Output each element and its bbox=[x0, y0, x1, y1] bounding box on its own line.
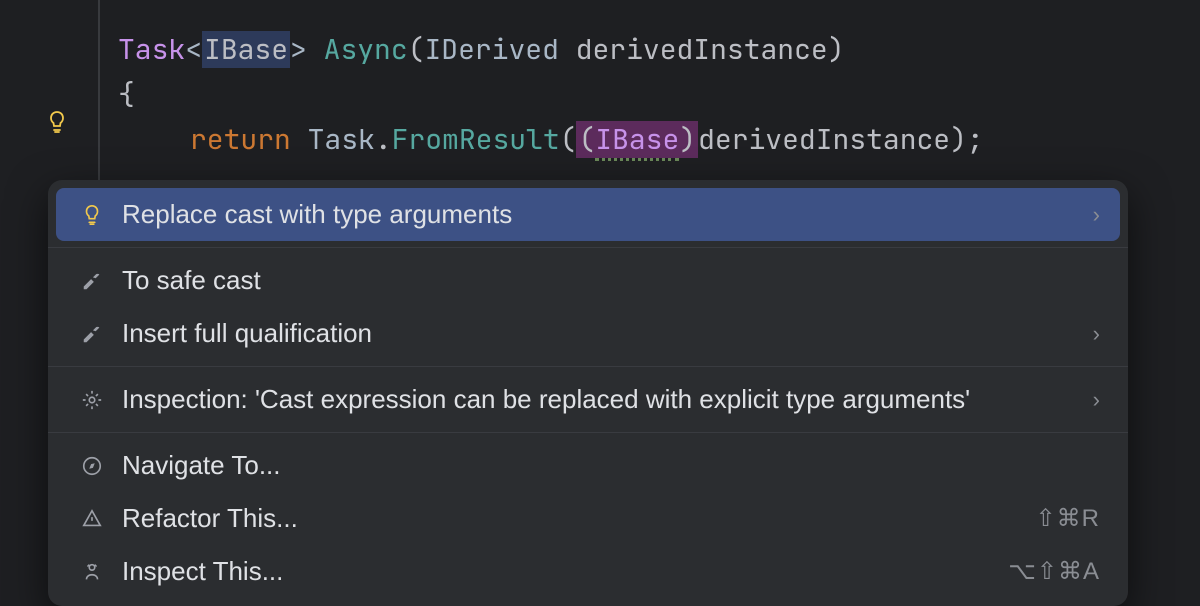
menu-item-label: Insert full qualification bbox=[122, 318, 1093, 349]
intention-actions-popup: Replace cast with type arguments › To sa… bbox=[48, 180, 1128, 606]
task-class: Task bbox=[308, 121, 375, 158]
return-keyword: return bbox=[190, 121, 291, 158]
param-name: derivedInstance bbox=[576, 31, 828, 68]
cast-expression: (IBase) bbox=[576, 121, 698, 158]
open-brace: { bbox=[118, 76, 135, 113]
refactor-icon bbox=[76, 508, 108, 530]
lightbulb-gutter-icon[interactable] bbox=[45, 110, 69, 134]
chevron-right-icon: › bbox=[1093, 202, 1100, 228]
menu-item-label: Replace cast with type arguments bbox=[122, 199, 1093, 230]
menu-to-safe-cast[interactable]: To safe cast bbox=[48, 254, 1128, 307]
hammer-icon bbox=[76, 270, 108, 292]
cast-type: IBase bbox=[595, 121, 679, 161]
cast-arg: derivedInstance bbox=[698, 121, 950, 158]
menu-item-label: Inspect This... bbox=[122, 556, 1008, 587]
shortcut-text: ⌥⇧⌘A bbox=[1008, 557, 1100, 586]
code-line-2: { bbox=[118, 73, 1182, 118]
menu-item-label: Navigate To... bbox=[122, 450, 1100, 481]
menu-navigate-to[interactable]: Navigate To... bbox=[48, 439, 1128, 492]
menu-item-label: Inspection: 'Cast expression can be repl… bbox=[122, 384, 1093, 415]
menu-insert-qualification[interactable]: Insert full qualification › bbox=[48, 307, 1128, 360]
code-line-1: Task<IBase> Async(IDerived derivedInstan… bbox=[118, 28, 1182, 73]
from-result: FromResult bbox=[392, 121, 560, 158]
ibase-generic: IBase bbox=[202, 31, 290, 68]
gear-icon bbox=[76, 389, 108, 411]
shortcut-text: ⇧⌘R bbox=[1036, 504, 1100, 533]
param-type: IDerived bbox=[424, 31, 558, 68]
code-line-3: return Task.FromResult((IBase)derivedIns… bbox=[118, 118, 1182, 163]
menu-inspect-this[interactable]: Inspect This... ⌥⇧⌘A bbox=[48, 545, 1128, 598]
menu-refactor-this[interactable]: Refactor This... ⇧⌘R bbox=[48, 492, 1128, 545]
lightbulb-icon bbox=[76, 204, 108, 226]
menu-item-label: Refactor This... bbox=[122, 503, 1036, 534]
divider bbox=[48, 247, 1128, 248]
hammer-icon bbox=[76, 323, 108, 345]
chevron-right-icon: › bbox=[1093, 321, 1100, 347]
menu-item-label: To safe cast bbox=[122, 265, 1100, 296]
compass-icon bbox=[76, 455, 108, 477]
menu-inspection[interactable]: Inspection: 'Cast expression can be repl… bbox=[48, 373, 1128, 426]
divider bbox=[48, 366, 1128, 367]
menu-replace-cast[interactable]: Replace cast with type arguments › bbox=[56, 188, 1120, 241]
chevron-right-icon: › bbox=[1093, 387, 1100, 413]
inspect-icon bbox=[76, 561, 108, 583]
method-name: Async bbox=[324, 31, 408, 68]
divider bbox=[48, 432, 1128, 433]
task-keyword: Task bbox=[118, 31, 185, 68]
